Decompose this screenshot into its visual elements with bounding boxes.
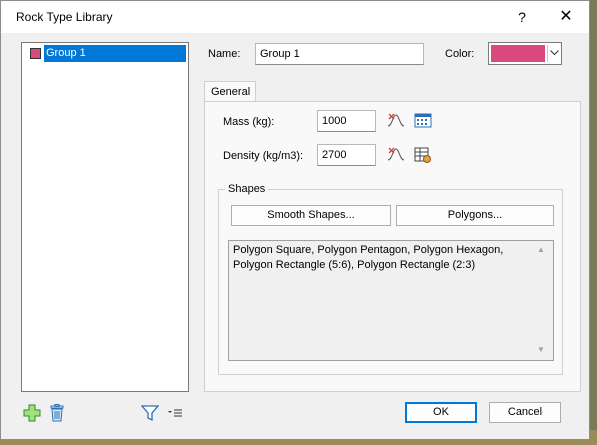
density-input[interactable]: 2700 xyxy=(317,144,376,166)
close-button[interactable]: ✕ xyxy=(551,5,581,29)
color-preview xyxy=(491,45,545,62)
tree-item-label: Group 1 xyxy=(44,45,186,62)
mass-input[interactable]: 1000 xyxy=(317,110,376,132)
scroll-up-icon[interactable]: ▲ xyxy=(537,245,545,254)
curve-icon[interactable] xyxy=(387,146,405,164)
mass-label: Mass (kg): xyxy=(223,116,275,128)
polygons-button[interactable]: Polygons... xyxy=(396,205,554,226)
table-edit-icon[interactable] xyxy=(414,146,432,164)
shapes-list[interactable]: Polygon Square, Polygon Pentagon, Polygo… xyxy=(228,240,554,361)
curve-icon[interactable] xyxy=(387,112,405,130)
cancel-button[interactable]: Cancel xyxy=(489,402,561,423)
add-icon[interactable] xyxy=(23,404,41,422)
smooth-shapes-button[interactable]: Smooth Shapes... xyxy=(231,205,391,226)
delete-icon[interactable] xyxy=(48,404,66,422)
color-picker[interactable] xyxy=(488,42,562,65)
chevron-down-icon[interactable] xyxy=(547,45,561,62)
title-bar: Rock Type Library ? ✕ xyxy=(1,1,589,33)
shapes-group-label: Shapes xyxy=(225,183,269,195)
filter-icon[interactable] xyxy=(140,404,160,422)
group-tree[interactable]: Group 1 xyxy=(21,42,189,392)
tab-general[interactable]: General xyxy=(204,81,256,102)
name-label: Name: xyxy=(208,48,241,60)
name-input[interactable]: Group 1 xyxy=(255,43,424,65)
list-menu-icon[interactable] xyxy=(166,404,184,422)
tree-item-group-1[interactable]: Group 1 xyxy=(24,45,186,62)
density-label: Density (kg/m3): xyxy=(223,150,304,162)
group-color-swatch xyxy=(30,48,41,59)
window-title: Rock Type Library xyxy=(16,10,113,24)
scroll-down-icon[interactable]: ▼ xyxy=(537,345,545,354)
shapes-list-text: Polygon Square, Polygon Pentagon, Polygo… xyxy=(233,244,504,271)
color-label: Color: xyxy=(445,48,475,60)
ok-button[interactable]: OK xyxy=(405,402,477,423)
rock-type-library-dialog: Rock Type Library ? ✕ Group 1 Name: Grou… xyxy=(0,0,590,440)
calculator-icon[interactable] xyxy=(414,112,432,130)
help-button[interactable]: ? xyxy=(507,5,537,29)
